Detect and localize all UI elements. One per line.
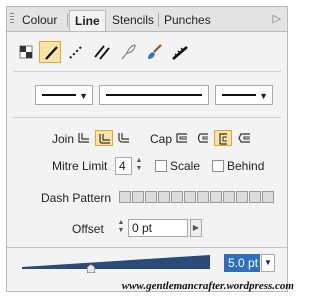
feather-icon[interactable]: [117, 41, 139, 63]
scale-checkbox[interactable]: [155, 160, 167, 172]
mitre-limit-stepper[interactable]: ▲ ▼: [133, 157, 145, 175]
projecting-cap-icon[interactable]: [235, 130, 253, 146]
chevron-down-icon[interactable]: ▼: [261, 254, 275, 272]
line-width-input[interactable]: 5.0 pt: [224, 254, 260, 272]
divider: [7, 247, 287, 248]
dash-cell[interactable]: [262, 191, 274, 203]
dash-cell[interactable]: [145, 191, 157, 203]
cap-label: Cap: [150, 132, 173, 146]
dash-pattern-label: Dash Pattern: [41, 191, 112, 205]
tab-punches[interactable]: Punches: [159, 10, 216, 31]
line-style-dropdown[interactable]: [99, 85, 209, 105]
tab-line[interactable]: Line: [69, 10, 106, 31]
butt-cap-icon[interactable]: [172, 130, 190, 146]
behind-checkbox[interactable]: [212, 160, 224, 172]
join-label: Join: [52, 132, 75, 146]
round-join-icon[interactable]: [95, 130, 113, 146]
line-preview: [106, 94, 202, 96]
double-line-icon[interactable]: [91, 41, 113, 63]
scale-label: Scale: [170, 159, 201, 173]
miter-join-icon[interactable]: [75, 130, 93, 146]
offset-label: Offset: [72, 222, 104, 236]
dash-cell[interactable]: [249, 191, 261, 203]
divider: [13, 117, 281, 118]
offset-stepper[interactable]: ▲ ▼: [115, 219, 127, 237]
dash-cell[interactable]: [210, 191, 222, 203]
round-cap-icon[interactable]: [193, 130, 211, 146]
no-line-icon[interactable]: [15, 41, 37, 63]
dash-pattern-grid[interactable]: [119, 191, 275, 203]
line-panel: Colour Line Stencils Punches ▷ ▼ ▼ Join …: [6, 6, 288, 292]
dash-cell[interactable]: [119, 191, 131, 203]
dash-cell[interactable]: [171, 191, 183, 203]
dash-cell[interactable]: [223, 191, 235, 203]
chevron-down-icon: ▼: [259, 91, 268, 101]
calligraphy-icon[interactable]: [169, 41, 191, 63]
dash-cell[interactable]: [184, 191, 196, 203]
dash-cell[interactable]: [132, 191, 144, 203]
panel-menu-arrow-icon[interactable]: ▷: [273, 12, 281, 25]
panel-grip[interactable]: [10, 13, 14, 25]
line-width-slider-track[interactable]: [22, 255, 210, 269]
tab-bar: Colour Line Stencils Punches ▷: [7, 7, 287, 32]
square-cap-icon[interactable]: [214, 130, 232, 146]
dash-cell[interactable]: [158, 191, 170, 203]
divider: [13, 71, 281, 72]
mitre-limit-label: Mitre Limit: [52, 159, 108, 173]
dash-cell[interactable]: [197, 191, 209, 203]
solid-line-icon[interactable]: [39, 41, 61, 63]
line-width-slider-thumb[interactable]: [87, 264, 95, 273]
tab-colour[interactable]: Colour: [17, 10, 62, 31]
tab-separator: [67, 13, 68, 27]
line-preview: [42, 94, 76, 96]
behind-label: Behind: [227, 159, 265, 173]
watermark-url: www.gentlemancrafter.wordpress.com: [121, 280, 294, 292]
dotted-line-icon[interactable]: [65, 41, 87, 63]
dash-cell[interactable]: [236, 191, 248, 203]
bevel-join-icon[interactable]: [115, 130, 133, 146]
brush-icon[interactable]: [143, 41, 165, 63]
mitre-limit-input[interactable]: 4: [115, 157, 132, 175]
offset-flyout-arrow-icon[interactable]: ▶: [190, 219, 202, 237]
offset-input[interactable]: 0 pt: [128, 219, 188, 237]
line-preview: [222, 94, 256, 96]
chevron-down-icon: ▼: [79, 91, 88, 101]
start-arrowhead-dropdown[interactable]: ▼: [35, 85, 93, 105]
tab-stencils[interactable]: Stencils: [107, 10, 159, 31]
end-arrowhead-dropdown[interactable]: ▼: [215, 85, 273, 105]
